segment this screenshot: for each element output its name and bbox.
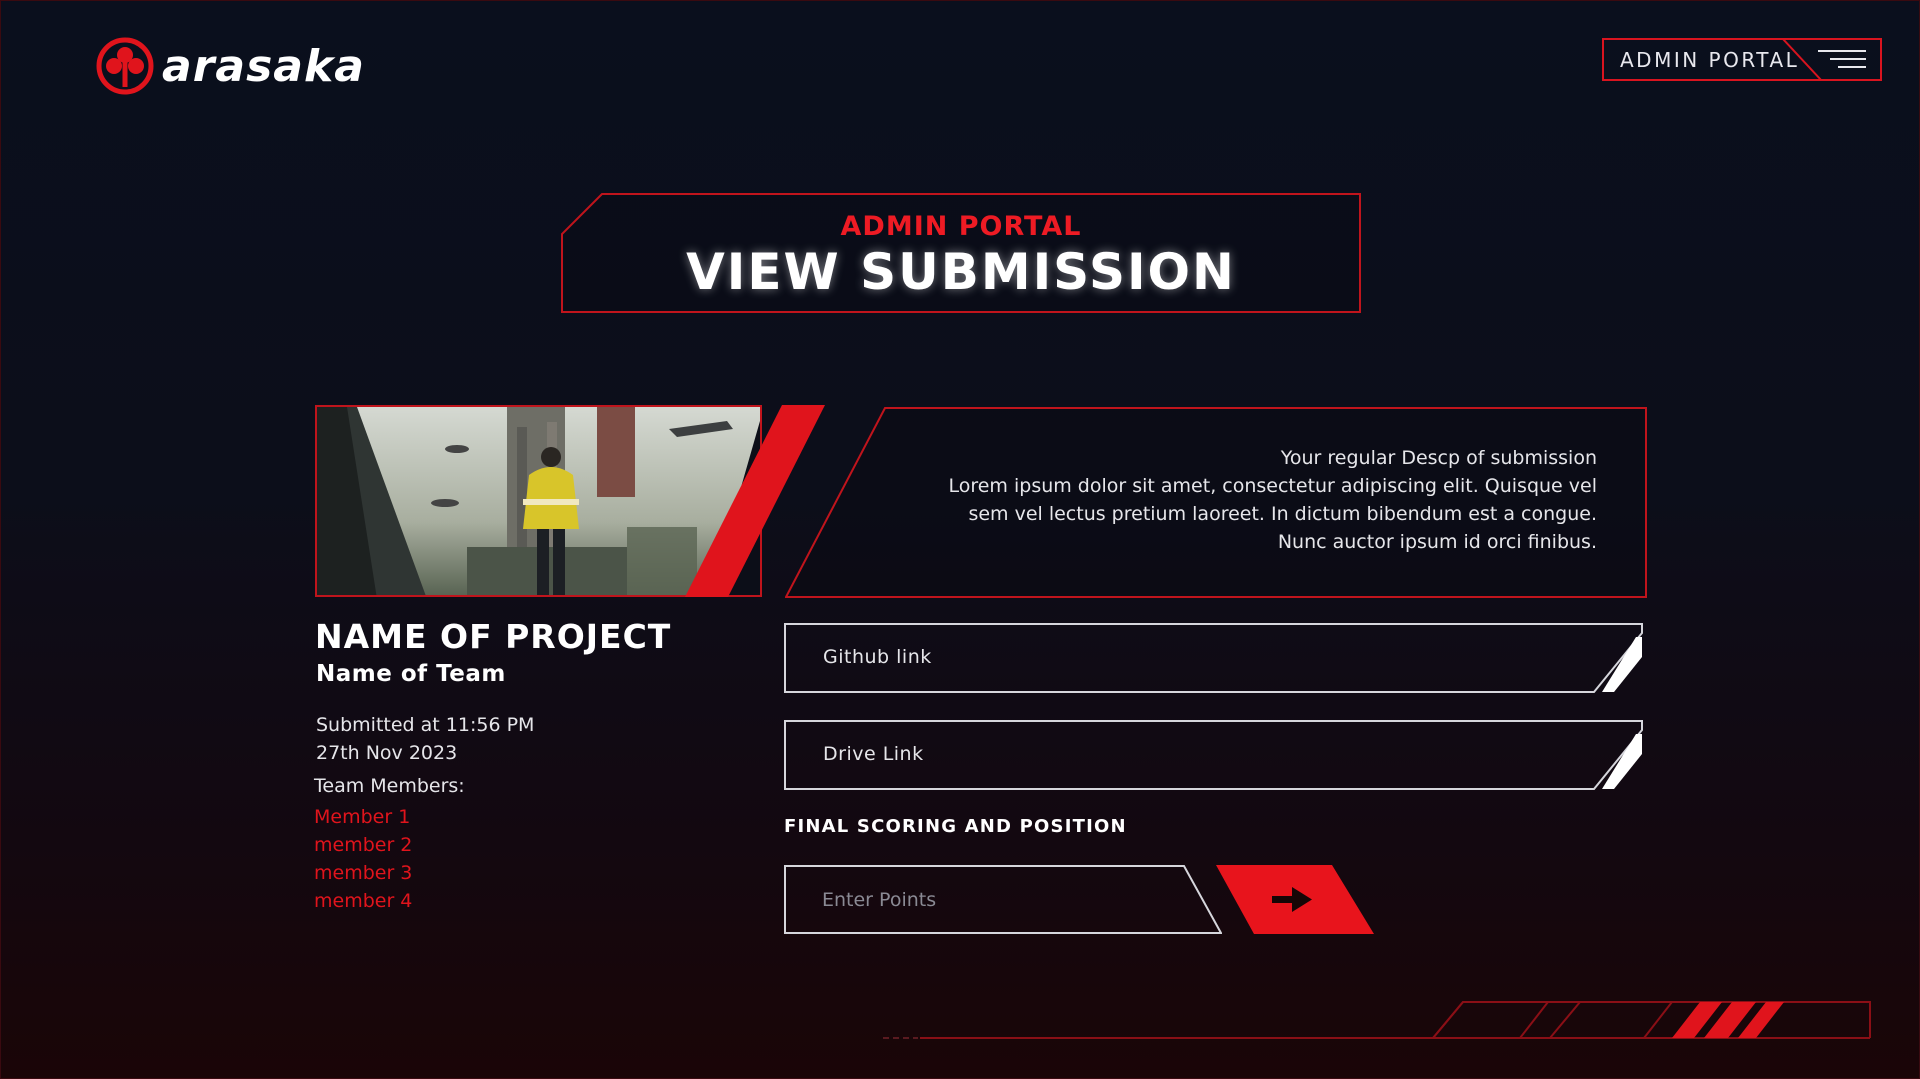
points-input[interactable] <box>820 881 1144 919</box>
project-name: NAME OF PROJECT <box>315 617 672 656</box>
github-link-field[interactable]: Github link <box>784 623 1644 693</box>
team-members-list: Member 1 member 2 member 3 member 4 <box>314 803 412 915</box>
description-line: Your regular Descp of submission <box>1280 447 1597 469</box>
submitted-date: 27th Nov 2023 <box>316 742 458 764</box>
scoring-section-title: FINAL SCORING AND POSITION <box>784 816 1127 837</box>
team-member-link[interactable]: member 4 <box>314 887 412 915</box>
submission-description-panel: Your regular Descp of submission Lorem i… <box>785 407 1647 599</box>
brand-wordmark: arasaka <box>162 40 365 92</box>
team-member-link[interactable]: member 3 <box>314 859 412 887</box>
github-link-label: Github link <box>823 646 932 668</box>
page-kicker: ADMIN PORTAL <box>840 211 1082 242</box>
description-line: Nunc auctor ipsum id orci finibus. <box>1277 531 1597 553</box>
admin-portal-button[interactable]: ADMIN PORTAL <box>1602 38 1882 81</box>
team-members-label: Team Members: <box>314 775 465 797</box>
description-line: sem vel lectus pretium laoreet. In dictu… <box>968 503 1597 525</box>
page-title-panel: ADMIN PORTAL VIEW SUBMISSION <box>561 193 1361 314</box>
submitted-time: Submitted at 11:56 PM <box>316 714 535 736</box>
points-field <box>784 865 1222 934</box>
team-member-link[interactable]: member 2 <box>314 831 412 859</box>
page-title: VIEW SUBMISSION <box>686 243 1236 301</box>
drive-link-label: Drive Link <box>823 743 924 765</box>
submit-score-button[interactable] <box>1216 865 1374 934</box>
admin-portal-button-label: ADMIN PORTAL <box>1620 47 1800 72</box>
team-member-link[interactable]: Member 1 <box>314 803 412 831</box>
drive-link-field[interactable]: Drive Link <box>784 720 1644 790</box>
description-line: Lorem ipsum dolor sit amet, consectetur … <box>948 475 1597 497</box>
hamburger-menu-icon <box>1781 38 1866 81</box>
arasaka-logo-icon <box>96 37 154 95</box>
brand-logo[interactable]: arasaka <box>96 36 365 96</box>
submission-timestamp: Submitted at 11:56 PM 27th Nov 2023 <box>316 711 534 767</box>
team-name: Name of Team <box>316 661 506 687</box>
submission-description: Your regular Descp of submission Lorem i… <box>917 444 1597 556</box>
